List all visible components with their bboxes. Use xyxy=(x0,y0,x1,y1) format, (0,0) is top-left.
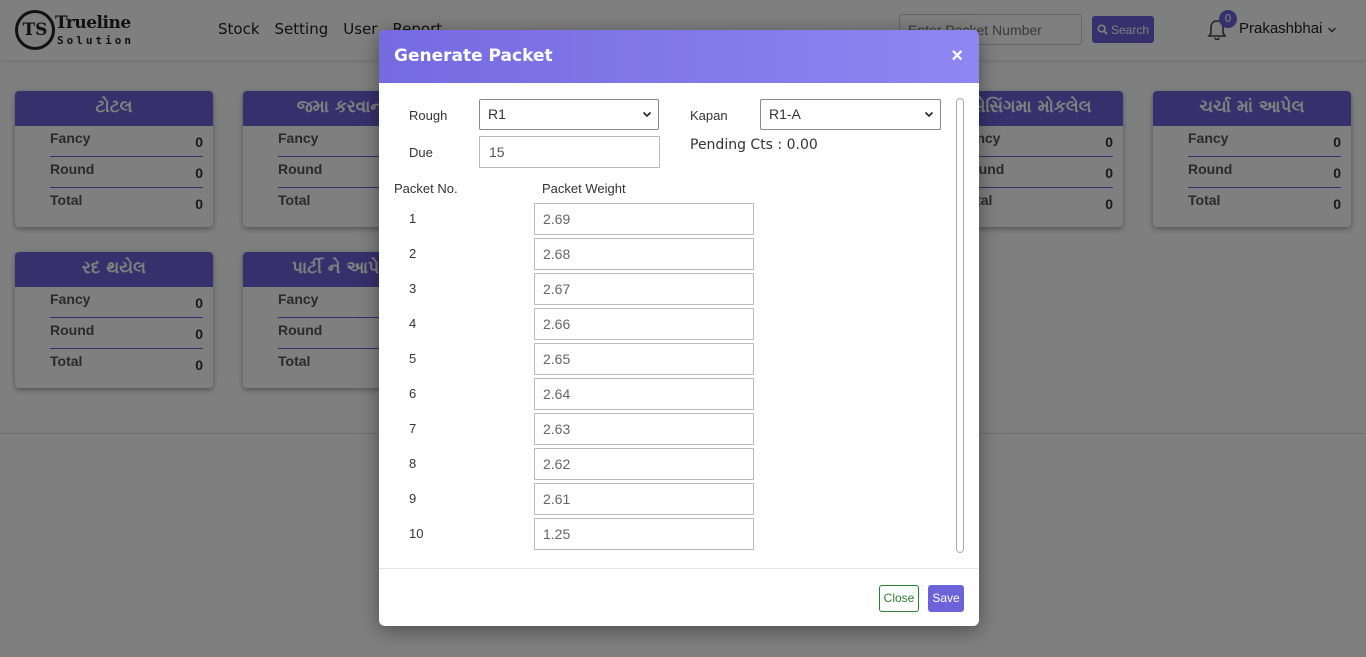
rough-select-value: R1 xyxy=(488,106,506,122)
packet-no-header: Packet No. xyxy=(394,181,458,196)
pending-cts-text: Pending Cts : 0.00 xyxy=(690,137,818,153)
save-button[interactable]: Save xyxy=(928,585,964,612)
due-input[interactable]: 15 xyxy=(479,136,660,168)
packet-weight-input[interactable]: 2.68 xyxy=(534,238,754,270)
packet-weight-input[interactable]: 2.65 xyxy=(534,343,754,375)
packet-row: 7 2.63 xyxy=(379,413,779,445)
packet-number: 5 xyxy=(409,351,417,366)
kapan-select[interactable]: R1-A xyxy=(760,99,941,130)
packet-weight-input[interactable]: 2.64 xyxy=(534,378,754,410)
packet-row: 9 2.61 xyxy=(379,483,779,515)
packet-row: 5 2.65 xyxy=(379,343,779,375)
packet-weight-input[interactable]: 2.62 xyxy=(534,448,754,480)
packet-row: 6 2.64 xyxy=(379,378,779,410)
kapan-select-value: R1-A xyxy=(769,106,801,122)
packet-weight-input[interactable]: 2.63 xyxy=(534,413,754,445)
packet-weight-header: Packet Weight xyxy=(542,181,626,196)
packet-weight-input[interactable]: 2.66 xyxy=(534,308,754,340)
modal-scrollbar[interactable] xyxy=(956,98,964,553)
due-label: Due xyxy=(409,145,433,160)
packet-weight-input[interactable]: 1.25 xyxy=(534,518,754,550)
rough-select[interactable]: R1 xyxy=(479,99,659,130)
close-button[interactable]: Close xyxy=(879,585,919,612)
packet-number: 7 xyxy=(409,421,417,436)
packet-weight-input[interactable]: 2.61 xyxy=(534,483,754,515)
close-icon[interactable]: × xyxy=(951,45,963,68)
packet-row: 2 2.68 xyxy=(379,238,779,270)
chevron-down-icon xyxy=(924,111,934,118)
packet-number: 1 xyxy=(409,211,417,226)
packet-row: 1 2.69 xyxy=(379,203,779,235)
packet-number: 8 xyxy=(409,456,417,471)
kapan-label: Kapan xyxy=(690,108,728,123)
packet-number: 4 xyxy=(409,316,417,331)
modal-body: Rough R1 Kapan R1-A Due 15 Pending Cts :… xyxy=(379,83,979,568)
packet-number: 3 xyxy=(409,281,417,296)
rough-label: Rough xyxy=(409,108,448,123)
packet-number: 9 xyxy=(409,491,417,506)
packet-number: 2 xyxy=(409,246,417,261)
modal-header: Generate Packet × xyxy=(379,30,979,83)
modal-title: Generate Packet xyxy=(394,46,553,66)
packet-weight-input[interactable]: 2.69 xyxy=(534,203,754,235)
packet-row: 3 2.67 xyxy=(379,273,779,305)
modal-footer: Close Save xyxy=(379,568,979,626)
packet-row: 4 2.66 xyxy=(379,308,779,340)
packet-row: 8 2.62 xyxy=(379,448,779,480)
packet-weight-input[interactable]: 2.67 xyxy=(534,273,754,305)
packet-number: 10 xyxy=(409,526,424,541)
generate-packet-modal: Generate Packet × Rough R1 Kapan R1-A Du… xyxy=(379,30,979,626)
chevron-down-icon xyxy=(642,111,652,118)
packet-row: 10 1.25 xyxy=(379,518,779,550)
packet-number: 6 xyxy=(409,386,417,401)
